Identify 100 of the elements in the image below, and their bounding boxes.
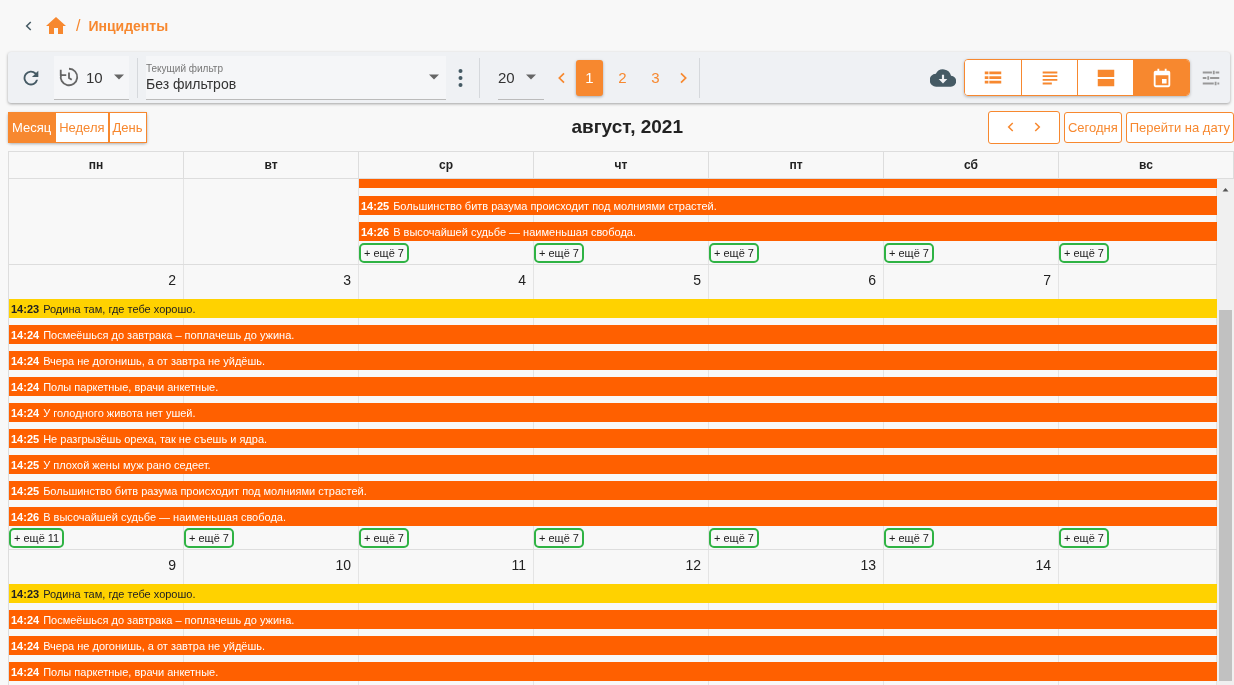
more-events-link[interactable]: + ещё 7	[1059, 528, 1109, 548]
event-bar[interactable]: 14:24 Вчера не догонишь, а от завтра не уйдёшь.	[9, 636, 1217, 655]
event-bar[interactable]: 14:23 Родина там, где тебе хорошо.	[9, 299, 1217, 318]
day-number: 5	[692, 271, 702, 290]
page-button[interactable]: 1	[576, 59, 603, 96]
weekday-label: сб	[884, 152, 1059, 178]
weekday-label: пн	[9, 152, 184, 178]
more-events-link[interactable]: + ещё 7	[1059, 243, 1109, 263]
day-number: 14	[1034, 556, 1052, 575]
event-time: 14:25	[11, 458, 40, 471]
event-time: 14:25	[11, 484, 40, 497]
day-number: 10	[334, 556, 352, 575]
event-title: Большинство битв разума происходит под молниями страстей.	[43, 484, 367, 497]
scroll-up-icon[interactable]	[1221, 185, 1230, 194]
more-button[interactable]	[458, 67, 463, 88]
go-to-date-button[interactable]: Перейти на дату	[1125, 111, 1234, 143]
more-events-link[interactable]: + ещё 7	[184, 528, 234, 548]
event-title: В высочайшей судьбе — наименьшая свобода.	[393, 225, 636, 238]
event-time: 14:24	[11, 354, 40, 367]
more-events-link[interactable]: + ещё 7	[709, 528, 759, 548]
today-button[interactable]: Сегодня	[1063, 111, 1122, 143]
event-title: Посмеёшься до завтрака – поплачешь до ужина.	[43, 328, 295, 341]
page-button[interactable]: 2	[609, 59, 636, 96]
event-time: 14:24	[11, 406, 40, 419]
event-title: Посмеёшься до завтрака – поплачешь до ужина.	[43, 613, 295, 626]
event-bar[interactable]: 14:25 Большинство битв разума происходит под молниями страстей.	[359, 196, 1217, 215]
event-title: Полы паркетные, врачи анкетные.	[43, 380, 219, 393]
day-number: 13	[859, 556, 877, 575]
view-button[interactable]	[965, 60, 1021, 95]
view-button[interactable]	[1133, 60, 1189, 95]
page-button[interactable]: 3	[642, 59, 669, 96]
event-title: Родина там, где тебе хорошо.	[43, 587, 196, 600]
event-title: Вчера не догонишь, а от завтра не уйдёшь.	[43, 354, 266, 367]
date-navigation[interactable]	[987, 110, 1060, 144]
event-title: Полы паркетные, врачи анкетные.	[43, 665, 219, 678]
event-title: У голодного живота нет ушей.	[43, 406, 196, 419]
more-events-link[interactable]: + ещё 7	[359, 243, 409, 263]
breadcrumb-title: Инциденты	[88, 18, 169, 34]
view-switcher[interactable]	[964, 59, 1190, 96]
day-number: 12	[684, 556, 702, 575]
more-events-link[interactable]: + ещё 7	[884, 528, 934, 548]
event-title: Вчера не догонишь, а от завтра не уйдёшь.	[43, 639, 266, 652]
more-events-link[interactable]: + ещё 7	[709, 243, 759, 263]
event-time: 14:26	[11, 510, 40, 523]
view-mode-tab[interactable]: День	[108, 111, 147, 143]
scrollbar[interactable]	[1217, 179, 1234, 685]
event-bar[interactable]: 14:23 Родина там, где тебе хорошо.	[9, 584, 1217, 603]
day-number: 6	[867, 271, 877, 290]
filter-select[interactable]: Текущий фильтр Без фильтров	[146, 55, 446, 100]
event-bar[interactable]: 14:25 Большинство битв разума происходит под молниями страстей.	[9, 481, 1217, 500]
event-bar[interactable]: 14:25 У плохой жены муж рано седеет.	[9, 455, 1217, 474]
event-title: В высочайшей судьбе — наименьшая свобода.	[43, 510, 286, 523]
scrollbar-thumb[interactable]	[1219, 310, 1232, 681]
day-number: 2	[167, 271, 177, 290]
day-number: 4	[517, 271, 527, 290]
event-title: Родина там, где тебе хорошо.	[43, 302, 196, 315]
view-mode-tab[interactable]: Неделя	[55, 111, 109, 143]
event-bar[interactable]: 14:25 Не разгрызёшь ореха, так не съешь и ядра.	[9, 429, 1217, 448]
event-time: 14:24	[11, 665, 40, 678]
event-time: 14:23	[11, 587, 40, 600]
day-number: 11	[510, 556, 527, 575]
event-time: 14:25	[11, 432, 40, 445]
view-button[interactable]	[1077, 60, 1133, 95]
event-time: 14:24	[11, 639, 40, 652]
event-time: 14:24	[11, 380, 40, 393]
weekday-label: пт	[709, 152, 884, 178]
more-events-link[interactable]: + ещё 7	[884, 243, 934, 263]
event-title: Большинство битв разума происходит под молниями страстей.	[393, 199, 717, 212]
calendar-title: август, 2021	[570, 116, 684, 138]
day-number: 9	[167, 556, 177, 575]
filter-value: Без фильтров	[146, 75, 237, 92]
weekday-label: ср	[359, 152, 534, 178]
filter-label: Текущий фильтр	[146, 62, 224, 74]
weekday-label: вс	[1059, 152, 1234, 178]
event-bar[interactable]: 14:24 Посмеёшься до завтрака – поплачешь до ужина.	[9, 610, 1217, 629]
day-number: 3	[342, 271, 352, 290]
more-events-link[interactable]: + ещё 7	[534, 243, 584, 263]
weekday-label: вт	[184, 152, 359, 178]
event-title: Не разгрызёшь ореха, так не съешь и ядра.	[43, 432, 268, 445]
page-size-select[interactable]: 20	[498, 55, 544, 100]
event-time: 14:23	[11, 302, 40, 315]
kebab-icon	[458, 67, 463, 88]
more-events-link[interactable]: + ещё 11	[9, 528, 65, 548]
breadcrumb-separator: /	[76, 17, 81, 35]
view-button[interactable]	[1021, 60, 1077, 95]
event-bar[interactable]: 14:24 Полы паркетные, врачи анкетные.	[9, 377, 1217, 396]
more-events-link[interactable]: + ещё 7	[534, 528, 584, 548]
event-bar[interactable]: 14:24 Посмеёшься до завтрака – поплачешь до ужина.	[9, 325, 1217, 344]
weekday-label: чт	[534, 152, 709, 178]
day-number: 7	[1042, 271, 1052, 290]
event-bar[interactable]: 14:24 Вчера не догонишь, а от завтра не уйдёшь.	[9, 351, 1217, 370]
more-events-link[interactable]: + ещё 7	[359, 528, 409, 548]
view-mode-tab[interactable]: Месяц	[8, 111, 56, 143]
event-title: У плохой жены муж рано седеет.	[43, 458, 211, 471]
event-bar[interactable]: 14:24 Полы паркетные, врачи анкетные.	[9, 662, 1217, 681]
refresh-interval-select[interactable]: 10	[54, 55, 129, 100]
timer-icon	[58, 66, 80, 88]
event-bar[interactable]: 14:24 У голодного живота нет ушей.	[9, 403, 1217, 422]
event-bar[interactable]: 14:26 В высочайшей судьбе — наименьшая свобода.	[359, 222, 1217, 241]
event-bar[interactable]: 14:26 В высочайшей судьбе — наименьшая свобода.	[9, 507, 1217, 526]
